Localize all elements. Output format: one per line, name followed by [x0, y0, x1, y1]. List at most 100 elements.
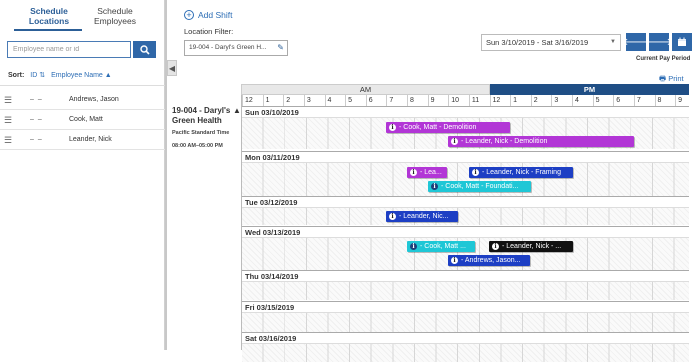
tab-schedule-locations[interactable]: Schedule Locations [14, 6, 84, 26]
active-tab-indicator [14, 29, 82, 31]
hour-label: 10 [448, 95, 470, 106]
current-pay-period-label: Current Pay Period [636, 56, 691, 62]
pencil-icon[interactable]: ✎ [277, 41, 284, 55]
search-icon [139, 44, 150, 55]
collapse-location-icon[interactable]: ▲ [233, 106, 241, 116]
hours-header: 12 1 2 3 4 5 6 7 8 9 10 11 12 1 2 3 4 5 6 7 8 9 [241, 95, 695, 106]
add-shift-label: Add Shift [198, 10, 233, 20]
am-pm-header: AM PM [241, 84, 689, 95]
hour-label: 9 [427, 95, 449, 106]
hour-label: 5 [345, 95, 367, 106]
arrow-right-icon: 🡒 [645, 37, 673, 48]
shift-block[interactable]: i- Leander, Nick - ... [489, 241, 573, 252]
hour-label: 7 [633, 95, 655, 106]
hour-label: 12 [489, 95, 511, 106]
shift-label: - Cook, Matt - Foundati... [441, 183, 519, 190]
day-header: Fri 03/15/2019 [242, 301, 689, 313]
employee-id: – – [30, 136, 43, 143]
employee-row[interactable]: ☰ – – Leander, Nick [0, 130, 165, 150]
employee-name: Leander, Nick [69, 136, 112, 143]
next-week-button[interactable]: 🡒 [646, 33, 672, 51]
hour-label: 12 [242, 95, 263, 106]
day-timeline[interactable] [242, 282, 689, 300]
shift-label: - Leander, Nic... [399, 213, 449, 220]
info-icon[interactable]: i [451, 138, 458, 145]
info-icon[interactable]: i [389, 124, 396, 131]
info-icon[interactable]: i [431, 183, 438, 190]
am-label: AM [241, 84, 490, 95]
shift-label: - Cook, Matt ... [420, 243, 466, 250]
info-icon[interactable]: i [410, 243, 417, 250]
day-header: Tue 03/12/2019 [242, 196, 689, 208]
printer-icon: 🖶 [659, 74, 667, 83]
location-timezone: Pacific Standard Time [172, 130, 230, 136]
shift-block[interactable]: i- Lea... [407, 167, 447, 178]
hour-label: 8 [407, 95, 428, 106]
shift-block[interactable]: i- Cook, Matt - Demolition [386, 122, 510, 133]
drag-handle-icon[interactable]: ☰ [4, 110, 12, 130]
hour-label: 7 [386, 95, 408, 106]
print-label: Print [668, 74, 684, 83]
info-icon[interactable]: i [389, 213, 396, 220]
tab-schedule-employees[interactable]: Schedule Employees [80, 6, 150, 26]
drag-handle-icon[interactable]: ☰ [4, 130, 12, 150]
add-shift-button[interactable]: + Add Shift [184, 10, 233, 20]
day-header: Sat 03/16/2019 [242, 332, 689, 344]
location-hours: 08:00 AM–05:00 PM [172, 143, 223, 149]
panel-tabs: Schedule Locations Schedule Employees [0, 0, 165, 32]
hour-label: 5 [592, 95, 614, 106]
shift-label: - Leander, Nick - Framing [482, 169, 561, 176]
info-icon[interactable]: i [410, 169, 417, 176]
employee-row[interactable]: ☰ – – Cook, Matt [0, 110, 165, 130]
hour-label: 3 [551, 95, 573, 106]
day-header: Sun 03/10/2019 [242, 106, 689, 118]
date-range-select[interactable]: Sun 3/10/2019 - Sat 3/16/2019 ▼ [481, 34, 621, 51]
employee-name: Andrews, Jason [69, 96, 119, 103]
info-icon[interactable]: i [472, 169, 479, 176]
day-timeline[interactable] [242, 313, 689, 334]
shift-block[interactable]: i- Cook, Matt ... [407, 241, 475, 252]
shift-block[interactable]: i- Cook, Matt - Foundati... [428, 181, 531, 192]
search-button[interactable] [133, 41, 156, 58]
shift-block[interactable]: i- Leander, Nic... [386, 211, 458, 222]
hour-label: 6 [365, 95, 387, 106]
pm-label: PM [490, 84, 689, 95]
day-timeline[interactable] [242, 344, 689, 362]
previous-week-button[interactable]: 🡐 [623, 33, 649, 51]
info-icon[interactable]: i [451, 257, 458, 264]
info-icon[interactable]: i [492, 243, 499, 250]
shift-block[interactable]: i- Andrews, Jason... [448, 255, 530, 266]
panel-divider[interactable] [165, 0, 167, 350]
day-timeline[interactable] [242, 208, 689, 225]
tab-schedule-locations-label: Schedule Locations [28, 6, 70, 26]
hour-label: 8 [654, 95, 676, 106]
drag-handle-icon[interactable]: ☰ [4, 90, 12, 110]
day-header: Mon 03/11/2019 [242, 151, 689, 163]
location-filter-field[interactable]: 19-004 - Daryl's Green H... ✎ [184, 40, 288, 56]
day-header: Thu 03/14/2019 [242, 270, 689, 282]
shift-block[interactable]: i- Leander, Nick - Demolition [448, 136, 634, 147]
shift-label: - Leander, Nick - ... [502, 243, 562, 250]
employee-search-input[interactable] [7, 41, 131, 58]
employee-id: – – [30, 96, 43, 103]
employee-id: – – [30, 116, 43, 123]
sort-toggle-icon: ⇅ [39, 72, 46, 79]
chevron-left-icon: ◀ [168, 63, 176, 73]
sort-by-id[interactable]: ID ⇅ [30, 72, 47, 79]
sort-by-name-label: Employee Name [51, 72, 103, 79]
hour-label: 2 [530, 95, 552, 106]
shift-block[interactable]: i- Leander, Nick - Framing [469, 167, 573, 178]
hour-label: 1 [262, 95, 284, 106]
hour-label: 11 [468, 95, 490, 106]
location-name-line1: 19-004 - Daryl's [172, 106, 231, 115]
hour-label: 4 [572, 95, 593, 106]
employee-row[interactable]: ☰ – – Andrews, Jason [0, 90, 165, 110]
hour-label: 6 [613, 95, 635, 106]
calendar-button[interactable] [672, 33, 692, 51]
collapse-panel-button[interactable]: ◀ [167, 60, 177, 76]
sort-by-employee-name[interactable]: Employee Name ▲ [51, 72, 112, 79]
shift-label: - Andrews, Jason... [461, 257, 521, 264]
employee-name: Cook, Matt [69, 116, 103, 123]
hour-label: 2 [283, 95, 305, 106]
date-range-value: Sun 3/10/2019 - Sat 3/16/2019 [486, 38, 589, 47]
